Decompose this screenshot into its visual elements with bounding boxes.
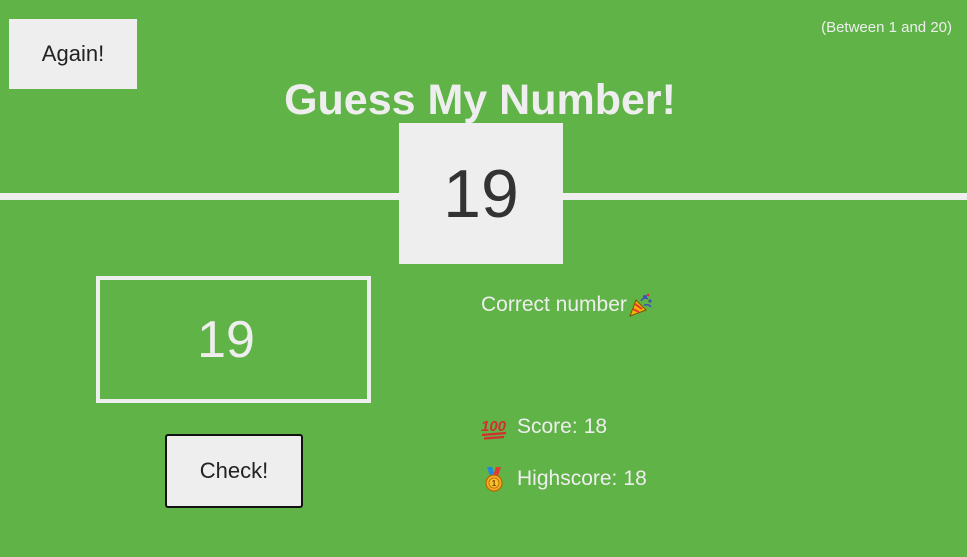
score-label: Score: [517, 415, 578, 438]
highscore-value: 18 [623, 467, 647, 490]
score-line: 100 Score: 18 [481, 414, 607, 440]
svg-text:1: 1 [492, 479, 497, 488]
page-title: Guess My Number! [284, 76, 676, 124]
hundred-points-icon: 100 [481, 414, 507, 440]
check-button[interactable]: Check! [165, 434, 303, 508]
score-value: 18 [583, 415, 608, 438]
guess-input[interactable] [96, 276, 371, 403]
highscore-line: 1 Highscore: 18 [481, 466, 647, 492]
highscore-label: Highscore: [517, 467, 618, 490]
secret-number-box: 19 [399, 123, 563, 264]
message-line: Correct number [481, 292, 654, 318]
range-hint: (Between 1 and 20) [821, 19, 952, 36]
message-text: Correct number [481, 293, 627, 316]
medal-icon: 1 [481, 466, 507, 492]
party-popper-icon [628, 292, 654, 318]
